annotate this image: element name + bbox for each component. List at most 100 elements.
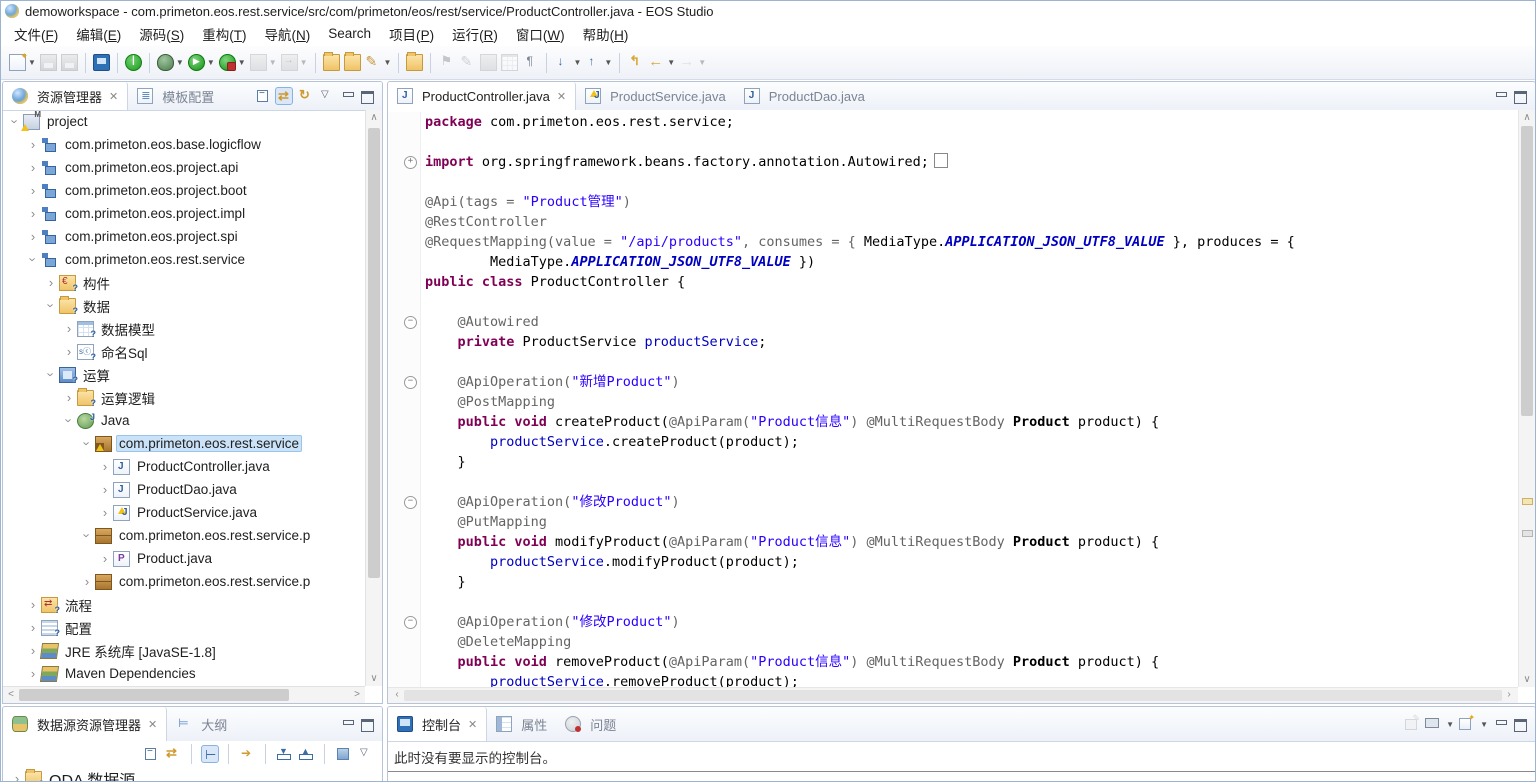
tab-问题[interactable]: 问题 bbox=[556, 707, 625, 741]
last-edit-location-button[interactable] bbox=[625, 51, 646, 75]
scroll-thumb[interactable] bbox=[1521, 126, 1533, 416]
menu-search[interactable]: Search bbox=[319, 23, 380, 44]
view-menu-button[interactable] bbox=[317, 87, 335, 105]
fold-gutter[interactable] bbox=[388, 272, 421, 292]
overview-annotation-warning[interactable] bbox=[1522, 498, 1533, 505]
expander-icon[interactable]: › bbox=[25, 666, 41, 681]
fold-gutter[interactable] bbox=[388, 352, 421, 372]
show-whitespace-button[interactable] bbox=[520, 51, 541, 75]
tree-item-com-primeton-eos-base-logicflow[interactable]: ›com.primeton.eos.base.logicflow bbox=[3, 133, 365, 156]
close-tab-icon[interactable]: ✕ bbox=[148, 718, 157, 731]
fold-gutter[interactable] bbox=[388, 292, 421, 312]
fold-gutter[interactable] bbox=[388, 432, 421, 452]
expander-icon[interactable]: › bbox=[61, 321, 77, 336]
fold-gutter[interactable]: − bbox=[388, 612, 421, 632]
expander-icon[interactable]: › bbox=[44, 367, 59, 383]
editor-tab-productdao-java[interactable]: ProductDao.java bbox=[735, 82, 874, 110]
tab-资源管理器[interactable]: 资源管理器✕ bbox=[3, 82, 128, 110]
tree-item-数据[interactable]: ›数据 bbox=[3, 294, 365, 317]
tree-item-productdao-java[interactable]: ›ProductDao.java bbox=[3, 478, 365, 501]
dropdown-arrow-icon[interactable]: ▼ bbox=[573, 58, 581, 67]
expander-icon[interactable]: › bbox=[80, 436, 95, 452]
tree-item-com-primeton-eos-rest-service-p[interactable]: ›com.primeton.eos.rest.service.p bbox=[3, 524, 365, 547]
dropdown-arrow-icon[interactable]: ▼ bbox=[28, 58, 36, 67]
scroll-left-arrow[interactable]: < bbox=[6, 689, 16, 700]
expander-icon[interactable]: › bbox=[44, 298, 59, 314]
tree-item-com-primeton-eos-project-api[interactable]: ›com.primeton.eos.project.api bbox=[3, 156, 365, 179]
tree-item-构件[interactable]: ›构件 bbox=[3, 271, 365, 294]
dropdown-arrow-icon[interactable]: ▼ bbox=[604, 58, 612, 67]
fold-gutter[interactable] bbox=[388, 392, 421, 412]
tree-mode-button[interactable] bbox=[201, 745, 219, 763]
fold-gutter[interactable]: − bbox=[388, 372, 421, 392]
code-editor[interactable]: package com.primeton.eos.rest.service;+i… bbox=[388, 110, 1518, 687]
expander-icon[interactable]: › bbox=[97, 482, 113, 497]
fold-plus-icon[interactable]: + bbox=[404, 156, 417, 169]
expander-icon[interactable]: › bbox=[97, 459, 113, 474]
expander-icon[interactable]: › bbox=[97, 551, 113, 566]
fold-minus-icon[interactable]: − bbox=[404, 496, 417, 509]
open-folder-3-button[interactable] bbox=[404, 51, 425, 75]
close-tab-icon[interactable]: ✕ bbox=[468, 718, 477, 731]
scroll-right-arrow[interactable]: › bbox=[1504, 689, 1514, 700]
expander-icon[interactable]: › bbox=[61, 390, 77, 405]
back-button[interactable]: ▼ bbox=[646, 51, 677, 75]
expander-icon[interactable]: › bbox=[9, 771, 25, 782]
menu-项目-p-[interactable]: 项目(P) bbox=[380, 21, 443, 47]
fold-gutter[interactable] bbox=[388, 552, 421, 572]
fold-gutter[interactable] bbox=[388, 472, 421, 492]
next-annotation-button[interactable]: ▼ bbox=[552, 51, 583, 75]
expander-icon[interactable]: › bbox=[61, 344, 77, 359]
close-tab-icon[interactable]: ✕ bbox=[109, 90, 118, 103]
link-with-editor-button[interactable] bbox=[164, 745, 182, 763]
expander-icon[interactable]: › bbox=[97, 505, 113, 520]
tree-item-com-primeton-eos-rest-service[interactable]: ›com.primeton.eos.rest.service bbox=[3, 432, 365, 455]
expander-icon[interactable]: › bbox=[79, 574, 95, 589]
fold-gutter[interactable] bbox=[388, 132, 421, 152]
tree-item-运算逻辑[interactable]: ›运算逻辑 bbox=[3, 386, 365, 409]
dropdown-arrow-icon[interactable]: ▼ bbox=[1480, 720, 1488, 729]
menu-源码-s-[interactable]: 源码(S) bbox=[130, 21, 193, 47]
editor-horizontal-scrollbar[interactable]: ‹ › bbox=[388, 687, 1518, 703]
fold-minus-icon[interactable]: − bbox=[404, 616, 417, 629]
tree-item-jre-系统库-javase-1-8-[interactable]: ›JRE 系统库 [JavaSE-1.8] bbox=[3, 639, 365, 662]
scroll-up-arrow[interactable]: ∧ bbox=[366, 112, 382, 123]
maximize-view-button[interactable] bbox=[361, 91, 374, 102]
explorer-horizontal-scrollbar[interactable]: < > bbox=[3, 686, 365, 703]
expander-icon[interactable]: › bbox=[25, 183, 41, 198]
tree-item-数据模型[interactable]: ›数据模型 bbox=[3, 317, 365, 340]
refresh-button[interactable] bbox=[296, 87, 314, 105]
close-tab-icon[interactable]: ✕ bbox=[557, 90, 566, 103]
tab-模板配置[interactable]: 模板配置 bbox=[128, 82, 223, 110]
goto-connection-button[interactable] bbox=[238, 745, 256, 763]
export-config-button[interactable] bbox=[297, 745, 315, 763]
scroll-left-arrow[interactable]: ‹ bbox=[392, 689, 402, 700]
menu-运行-r-[interactable]: 运行(R) bbox=[443, 21, 507, 47]
open-folder-2-button[interactable] bbox=[342, 51, 363, 75]
overview-annotation-info[interactable] bbox=[1522, 530, 1533, 537]
tree-item-project[interactable]: ›project bbox=[3, 110, 365, 133]
tree-item-maven-dependencies[interactable]: ›Maven Dependencies bbox=[3, 662, 365, 685]
tree-item-java[interactable]: ›Java bbox=[3, 409, 365, 432]
profile-button[interactable]: ▼ bbox=[217, 51, 248, 75]
dropdown-arrow-icon[interactable]: ▼ bbox=[238, 58, 246, 67]
expander-icon[interactable]: › bbox=[43, 275, 59, 290]
expander-icon[interactable]: › bbox=[25, 206, 41, 221]
minimize-view-button[interactable] bbox=[1495, 91, 1508, 102]
expander-icon[interactable]: › bbox=[25, 597, 41, 612]
fold-gutter[interactable] bbox=[388, 592, 421, 612]
fold-gutter[interactable] bbox=[388, 112, 421, 132]
scroll-down-arrow[interactable]: ∨ bbox=[1519, 674, 1535, 685]
tab-控制台[interactable]: 控制台✕ bbox=[388, 707, 487, 741]
view-menu-button[interactable] bbox=[356, 745, 374, 763]
fold-gutter[interactable]: + bbox=[388, 152, 421, 172]
expander-icon[interactable]: › bbox=[26, 252, 41, 268]
editor-tab-productservice-java[interactable]: ProductService.java bbox=[576, 82, 735, 110]
tree-item-运算[interactable]: ›运算 bbox=[3, 363, 365, 386]
tree-item-com-primeton-eos-project-spi[interactable]: ›com.primeton.eos.project.spi bbox=[3, 225, 365, 248]
menu-导航-n-[interactable]: 导航(N) bbox=[256, 21, 320, 47]
fold-minus-icon[interactable]: − bbox=[404, 376, 417, 389]
fold-gutter[interactable] bbox=[388, 672, 421, 687]
save-config-button[interactable] bbox=[334, 745, 352, 763]
expander-icon[interactable]: › bbox=[25, 137, 41, 152]
